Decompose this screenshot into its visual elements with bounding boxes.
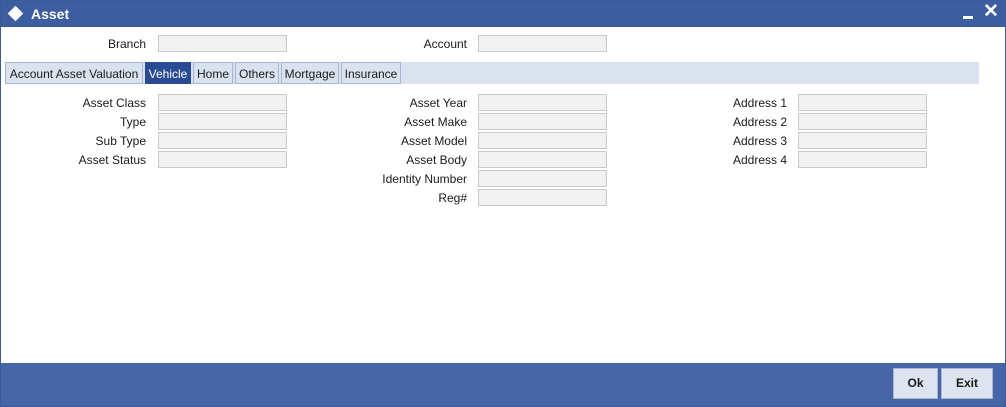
footer-bar: Ok Exit: [1, 363, 1005, 406]
tab-others[interactable]: Others: [235, 62, 279, 84]
account-field[interactable]: [478, 35, 607, 52]
exit-button[interactable]: Exit: [941, 368, 993, 399]
branch-field[interactable]: [158, 35, 287, 52]
ok-button[interactable]: Ok: [893, 368, 938, 399]
asset-window: Asset ✕ Branch Account Account Asset Val…: [0, 0, 1006, 407]
asset-body-field[interactable]: [478, 151, 607, 168]
asset-model-field[interactable]: [478, 132, 607, 149]
address-4-field[interactable]: [798, 151, 927, 168]
tab-strip: Account Asset Valuation Vehicle Home Oth…: [5, 62, 979, 84]
asset-status-label: Asset Status: [78, 153, 146, 167]
tab-insurance[interactable]: Insurance: [341, 62, 401, 84]
asset-year-label: Asset Year: [409, 96, 467, 110]
address-2-label: Address 2: [732, 115, 787, 129]
asset-year-field[interactable]: [478, 94, 607, 111]
asset-class-label: Asset Class: [82, 96, 146, 110]
type-label: Type: [119, 115, 146, 129]
asset-class-field[interactable]: [158, 94, 287, 111]
close-icon[interactable]: ✕: [983, 2, 999, 22]
address-1-label: Address 1: [732, 96, 787, 110]
asset-body-label: Asset Body: [406, 153, 467, 167]
window-title: Asset: [31, 6, 70, 22]
reg-label: Reg#: [438, 191, 467, 205]
reg-field[interactable]: [478, 189, 607, 206]
branch-label: Branch: [107, 37, 146, 51]
account-label: Account: [423, 37, 467, 51]
address-1-field[interactable]: [798, 94, 927, 111]
address-2-field[interactable]: [798, 113, 927, 130]
address-3-label: Address 3: [732, 134, 787, 148]
identity-number-label: Identity Number: [382, 172, 467, 186]
type-field[interactable]: [158, 113, 287, 130]
identity-number-field[interactable]: [478, 170, 607, 187]
sub-type-field[interactable]: [158, 132, 287, 149]
asset-make-field[interactable]: [478, 113, 607, 130]
tab-home[interactable]: Home: [193, 62, 233, 84]
window-diamond-icon: [7, 5, 24, 22]
asset-make-label: Asset Make: [404, 115, 467, 129]
tab-vehicle[interactable]: Vehicle: [145, 62, 191, 84]
address-3-field[interactable]: [798, 132, 927, 149]
minimize-icon[interactable]: [963, 16, 973, 19]
asset-status-field[interactable]: [158, 151, 287, 168]
asset-model-label: Asset Model: [400, 134, 467, 148]
address-4-label: Address 4: [732, 153, 787, 167]
title-bar[interactable]: Asset ✕: [1, 1, 1005, 27]
sub-type-label: Sub Type: [95, 134, 146, 148]
tab-account-asset-valuation[interactable]: Account Asset Valuation: [5, 62, 143, 84]
tab-mortgage[interactable]: Mortgage: [281, 62, 339, 84]
